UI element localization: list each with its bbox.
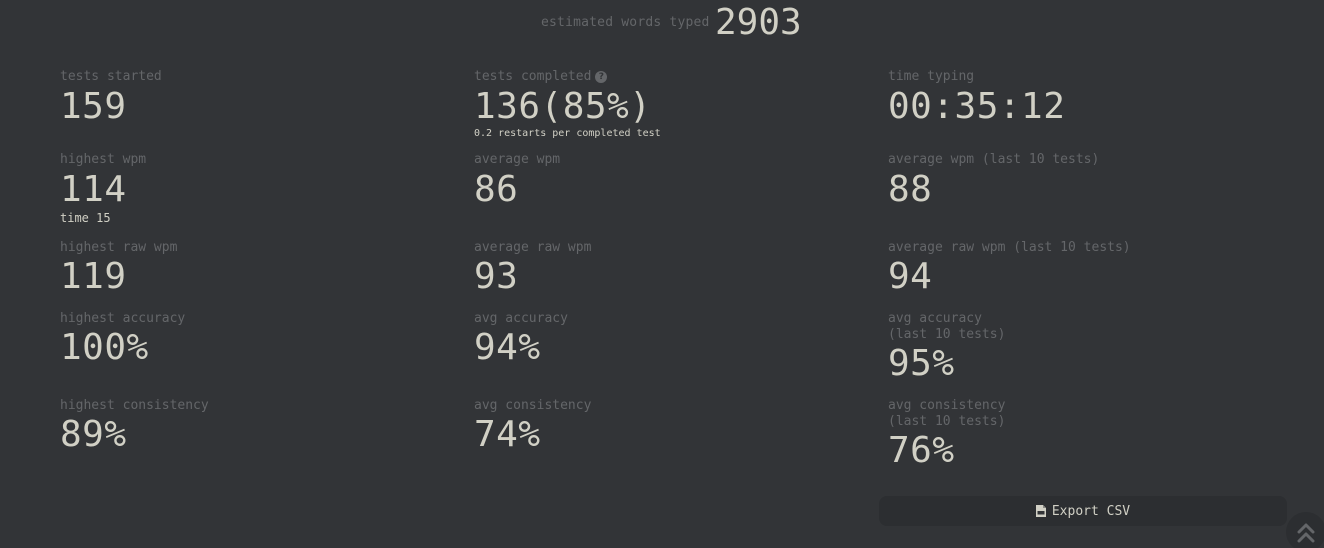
average-wpm-last10-value: 88 [888, 169, 933, 210]
tests-started-label: tests started [60, 69, 162, 84]
highest-consistency-label: highest consistency [60, 398, 209, 413]
tests-completed-label-text: tests completed [474, 69, 592, 84]
avg-accuracy-last10-value: 95% [888, 343, 955, 384]
avg-consistency-label: avg consistency [474, 398, 592, 413]
words-typed-value: 2903 [715, 2, 802, 43]
highest-accuracy-value: 100% [60, 327, 149, 368]
avg-consistency-value: 74% [474, 414, 541, 455]
tests-completed-label: tests completed? [474, 69, 608, 85]
avg-accuracy-last10-sublabel: (last 10 tests) [888, 327, 1006, 342]
highest-wpm-value: 114 [60, 169, 127, 210]
average-raw-wpm-label: average raw wpm [474, 240, 592, 255]
time-typing-label: time typing [888, 69, 975, 84]
average-wpm-value: 86 [474, 169, 519, 210]
time-typing-value: 00:35:12 [888, 86, 1066, 127]
file-csv-icon [1035, 505, 1046, 517]
average-wpm-last10-label: average wpm (last 10 tests) [888, 152, 1100, 167]
avg-consistency-last10-sublabel: (last 10 tests) [888, 414, 1006, 429]
highest-raw-wpm-label: highest raw wpm [60, 240, 178, 255]
stats-page: estimated words typed 2903 tests started… [0, 0, 1324, 548]
export-csv-label: Export CSV [1051, 503, 1131, 519]
average-raw-wpm-last10-value: 94 [888, 256, 933, 297]
avg-accuracy-label: avg accuracy [474, 311, 568, 326]
restarts-per-test: 0.2 restarts per completed test [474, 128, 661, 139]
avg-consistency-last10-value: 76% [888, 430, 955, 471]
average-raw-wpm-last10-label: average raw wpm (last 10 tests) [888, 240, 1131, 255]
highest-raw-wpm-value: 119 [60, 256, 127, 297]
highest-wpm-label: highest wpm [60, 152, 147, 167]
double-chevron-up-icon [1297, 523, 1315, 543]
average-wpm-label: average wpm [474, 152, 561, 167]
avg-accuracy-last10-label: avg accuracy [888, 311, 982, 326]
scroll-to-top-button[interactable] [1286, 512, 1324, 548]
tests-completed-value: 136(85%) [474, 86, 652, 127]
highest-consistency-value: 89% [60, 414, 127, 455]
avg-consistency-last10-label: avg consistency [888, 398, 1006, 413]
avg-accuracy-value: 94% [474, 327, 541, 368]
average-raw-wpm-value: 93 [474, 256, 519, 297]
words-typed-label: estimated words typed [541, 15, 710, 30]
highest-wpm-mode: time 15 [60, 211, 111, 225]
export-csv-button[interactable]: Export CSV [879, 496, 1287, 526]
question-circle-icon[interactable]: ? [595, 71, 608, 83]
highest-accuracy-label: highest accuracy [60, 311, 186, 326]
tests-started-value: 159 [60, 86, 127, 127]
